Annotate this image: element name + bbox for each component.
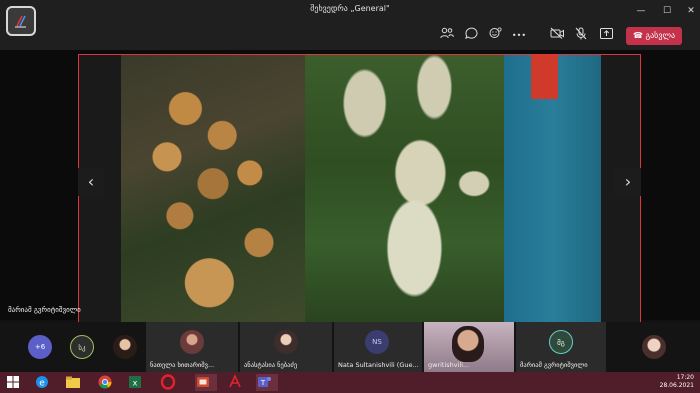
participant-video-tile[interactable]: gwritishvili... xyxy=(424,322,514,372)
teams-icon[interactable]: T xyxy=(256,374,278,391)
participant-avatar xyxy=(274,330,298,354)
title-bar: შეხვედრა „General" — ☐ ✕ xyxy=(0,0,700,22)
opera-icon[interactable] xyxy=(160,374,177,391)
participant-avatar[interactable] xyxy=(113,335,137,359)
powerpoint-icon[interactable] xyxy=(195,374,217,391)
clock-time: 17:20 xyxy=(676,374,694,381)
chat-icon[interactable] xyxy=(462,27,480,45)
flower-photo xyxy=(305,55,504,323)
system-clock[interactable]: 17:20 28.06.2021 xyxy=(660,374,694,390)
svg-text:T: T xyxy=(260,379,266,387)
participant-name: ნათელა ხითარიშვ... xyxy=(150,361,215,369)
phone-hangup-icon: ☎ xyxy=(632,31,646,40)
meeting-toolbar: ••• ☎ გასვლა xyxy=(0,22,700,50)
pen-icon xyxy=(15,15,26,28)
participant-avatar xyxy=(180,330,204,354)
presenter-name: მარიამ გვრიტიშვილი xyxy=(8,306,81,314)
shared-content-frame xyxy=(78,54,641,324)
participant-video xyxy=(452,326,484,362)
svg-text:x: x xyxy=(133,378,138,387)
participant-tile[interactable]: NS Nata Sultanishvili (Gue... xyxy=(334,322,422,372)
pdf-icon[interactable] xyxy=(227,374,244,391)
camera-off-icon[interactable] xyxy=(548,27,566,45)
share-icon[interactable] xyxy=(597,27,615,45)
participant-name: Nata Sultanishvili (Gue... xyxy=(338,361,419,369)
leave-button[interactable]: ☎ გასვლა xyxy=(626,27,682,45)
start-icon[interactable] xyxy=(6,374,23,391)
presentation-slide xyxy=(121,55,601,323)
clock-date: 28.06.2021 xyxy=(659,382,694,389)
minimize-button[interactable]: — xyxy=(630,0,652,22)
mic-off-icon[interactable] xyxy=(572,27,590,45)
leave-label: გასვლა xyxy=(645,31,676,40)
participant-initials: NS xyxy=(365,330,389,354)
close-button[interactable]: ✕ xyxy=(680,0,700,22)
explorer-icon[interactable] xyxy=(65,374,82,391)
window-title: შეხვედრა „General" xyxy=(310,4,390,13)
maximize-button[interactable]: ☐ xyxy=(656,0,678,22)
slide-red-marker xyxy=(531,55,558,99)
chrome-icon[interactable] xyxy=(97,374,114,391)
participant-avatar-sk[interactable]: სკ xyxy=(70,335,94,359)
participant-tile[interactable]: ანასტასია ნებაძე xyxy=(240,322,332,372)
participant-name: gwritishvili... xyxy=(428,361,470,369)
previous-slide-button[interactable]: ‹ xyxy=(78,168,104,196)
participant-name: მარიამ გვრიტიშვილი xyxy=(520,361,588,369)
self-avatar[interactable] xyxy=(642,335,666,359)
more-icon[interactable]: ••• xyxy=(510,27,528,45)
next-slide-button[interactable]: › xyxy=(615,168,641,196)
excel-icon[interactable]: x xyxy=(127,374,144,391)
mushroom-photo xyxy=(121,55,305,323)
participant-tile[interactable]: ნათელა ხითარიშვ... xyxy=(146,322,238,372)
shared-screen-stage: ‹ › მარიამ გვრიტიშვილი xyxy=(0,50,700,324)
ie-icon[interactable]: e xyxy=(34,374,51,391)
reactions-icon[interactable] xyxy=(486,27,504,45)
overflow-participants-badge[interactable]: +6 xyxy=(28,335,52,359)
participant-initials: მგ xyxy=(549,330,573,354)
participant-name: ანასტასია ნებაძე xyxy=(244,361,298,369)
app-logo[interactable] xyxy=(6,6,36,36)
participants-strip: +6 სკ ნათელა ხითარიშვ... ანასტასია ნებაძ… xyxy=(0,322,700,372)
participant-tile[interactable]: მგ მარიამ გვრიტიშვილი xyxy=(516,322,606,372)
participants-icon[interactable] xyxy=(438,27,456,45)
svg-text:e: e xyxy=(39,379,45,389)
teams-window: შეხვედრა „General" — ☐ ✕ ••• ☎ გასვლა ‹ … xyxy=(0,0,700,393)
windows-taskbar: e x T 17:20 28.06.2021 xyxy=(0,372,700,393)
